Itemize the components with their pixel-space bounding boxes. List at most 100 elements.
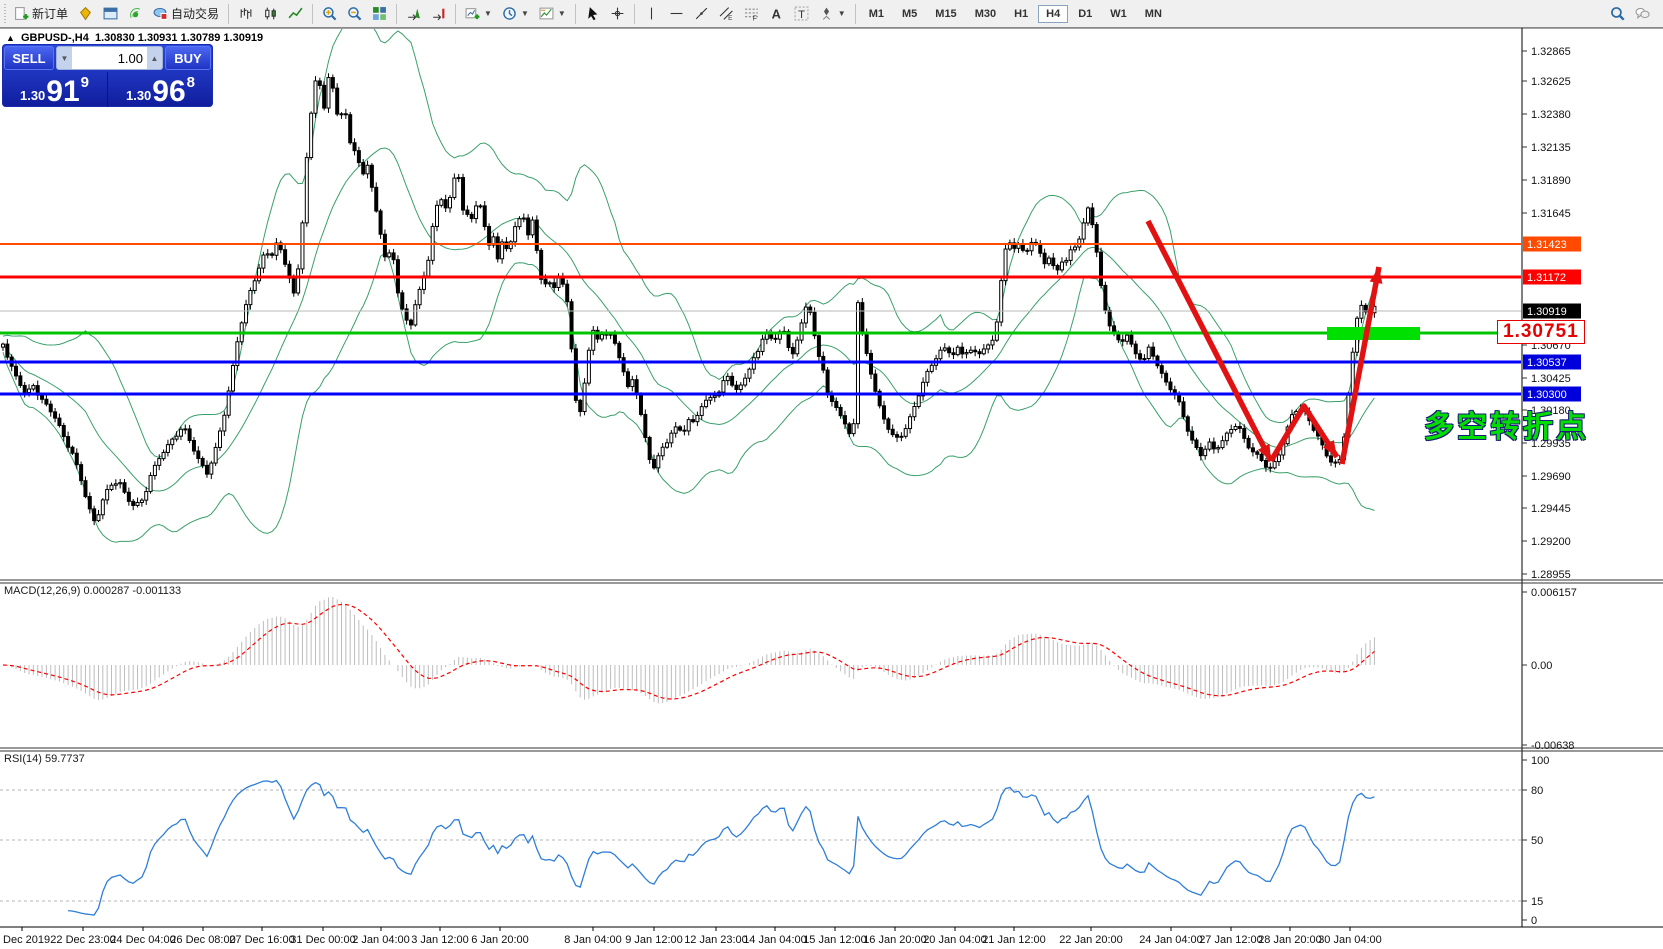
equidistant-channel-button[interactable]: E [715, 2, 738, 26]
price-axis[interactable]: 1.328651.326251.323801.321351.318901.316… [1522, 46, 1581, 581]
time-axis-label: 27 Jan 12:00 [1199, 934, 1263, 946]
symbol-line: ▲ GBPUSD-,H4 1.30830 1.30931 1.30789 1.3… [6, 32, 263, 44]
market-watch-button[interactable] [74, 2, 97, 26]
fibonacci-icon: F [744, 6, 759, 21]
time-axis-label: 22 Jan 20:00 [1059, 934, 1123, 946]
equidistant-channel-icon: E [719, 6, 734, 21]
timeframe-d1-button[interactable]: D1 [1070, 5, 1100, 23]
market-watch-icon [78, 6, 93, 21]
templates-dropdown-icon[interactable]: ▼ [558, 9, 566, 18]
chart-candles-icon [263, 6, 278, 21]
rsi-line [68, 781, 1374, 915]
tile-windows-button[interactable] [368, 2, 391, 26]
trade-panel-price-row: 1.30 91 9 1.30 96 8 [2, 72, 213, 107]
zoom-out-button[interactable] [343, 2, 366, 26]
time-axis-label: 30 Jan 04:00 [1318, 934, 1382, 946]
horizontal-line-icon [669, 6, 684, 21]
signals-icon [128, 6, 143, 21]
chat-icon [1635, 6, 1650, 21]
time-axis-label: 8 Jan 04:00 [564, 934, 622, 946]
buy-price[interactable]: 1.30 96 8 [108, 72, 213, 107]
new-chart-button[interactable]: ▼ [461, 2, 496, 26]
arrows-button[interactable]: ▼ [815, 2, 850, 26]
time-axis-label: 24 Jan 04:00 [1139, 934, 1203, 946]
cursor-icon [585, 6, 600, 21]
timeframe-mn-button[interactable]: MN [1137, 5, 1170, 23]
sell-price[interactable]: 1.30 91 9 [2, 72, 108, 107]
timeframe-m30-button[interactable]: M30 [967, 5, 1004, 23]
price-tag-label: 1.31172 [1527, 272, 1566, 284]
price-axis-label: 1.29690 [1531, 471, 1571, 483]
toolbar-right [1605, 2, 1655, 26]
svg-text:15: 15 [1531, 896, 1543, 908]
periods-button[interactable]: ▼ [498, 2, 533, 26]
chat-button[interactable] [1631, 2, 1654, 26]
cursor-button[interactable] [581, 2, 604, 26]
data-window-button[interactable] [99, 2, 122, 26]
time-axis-label: 9 Jan 12:00 [625, 934, 683, 946]
chart-canvas[interactable]: 1.328651.326251.323801.321351.318901.316… [0, 0, 1663, 949]
horizontal-line-button[interactable] [665, 2, 688, 26]
time-axis-label: 9 Dec 2019 [0, 934, 50, 946]
symbol-title: GBPUSD-,H4 [21, 32, 89, 44]
timeframe-m15-button[interactable]: M15 [927, 5, 964, 23]
timeframe-w1-button[interactable]: W1 [1102, 5, 1135, 23]
vertical-line-button[interactable] [640, 2, 663, 26]
time-axis[interactable]: 9 Dec 201922 Dec 23:0024 Dec 04:0026 Dec… [0, 927, 1382, 946]
svg-text:0.006157: 0.006157 [1531, 587, 1577, 599]
svg-text:F: F [752, 15, 756, 21]
chart-line-button[interactable] [284, 2, 307, 26]
svg-text:T: T [798, 9, 805, 21]
auto-trading-button[interactable]: 自动交易 [149, 2, 223, 26]
time-axis-label: 14 Jan 04:00 [743, 934, 807, 946]
time-axis-label: 6 Jan 20:00 [471, 934, 529, 946]
templates-button[interactable]: ▼ [535, 2, 570, 26]
volume-decrease-button[interactable]: ▼ [57, 47, 72, 69]
time-axis-label: 28 Jan 20:00 [1258, 934, 1322, 946]
price-axis-label: 1.32865 [1531, 46, 1571, 58]
toolbar-separator [396, 4, 397, 24]
collapse-icon[interactable]: ▲ [6, 33, 15, 43]
time-axis-label: 31 Dec 00:00 [290, 934, 355, 946]
text-button[interactable]: A [765, 2, 788, 26]
fibonacci-button[interactable]: F [740, 2, 763, 26]
sell-button[interactable]: SELL [4, 46, 54, 70]
price-axis-label: 1.31890 [1531, 175, 1571, 187]
timeframe-m5-button[interactable]: M5 [894, 5, 925, 23]
indicator-axes: 0.0061570.00-0.006381008050150 [1522, 587, 1577, 927]
price-tag-label: 1.30537 [1527, 357, 1567, 369]
price-tag-label: 1.30300 [1527, 389, 1567, 401]
horizontal-lines [0, 244, 1521, 394]
macd-label: MACD(12,26,9) 0.000287 -0.001133 [4, 585, 181, 597]
volume-input[interactable] [72, 47, 147, 69]
rsi-label: RSI(14) 59.7737 [4, 753, 85, 765]
chart-line-icon [288, 6, 303, 21]
chart-shift-button[interactable] [427, 2, 450, 26]
svg-text:-0.00638: -0.00638 [1531, 740, 1574, 752]
text-label-button[interactable]: T [790, 2, 813, 26]
new-order-button[interactable]: 新订单 [10, 2, 72, 26]
volume-stepper: ▼ ▲ [56, 46, 163, 70]
timeframe-m1-button[interactable]: M1 [861, 5, 892, 23]
zoom-in-button[interactable] [318, 2, 341, 26]
periods-icon [502, 6, 517, 21]
time-axis-label: 12 Jan 23:00 [684, 934, 748, 946]
buy-button[interactable]: BUY [165, 46, 211, 70]
timeframe-h4-button[interactable]: H4 [1038, 5, 1068, 23]
timeframe-h1-button[interactable]: H1 [1006, 5, 1036, 23]
signals-button[interactable] [124, 2, 147, 26]
time-axis-label: 20 Jan 04:00 [923, 934, 987, 946]
crosshair-button[interactable] [606, 2, 629, 26]
chart-bars-button[interactable] [234, 2, 257, 26]
arrows-dropdown-icon[interactable]: ▼ [838, 9, 846, 18]
trendline-button[interactable] [690, 2, 713, 26]
volume-increase-button[interactable]: ▲ [147, 47, 162, 69]
new-chart-dropdown-icon[interactable]: ▼ [484, 9, 492, 18]
chart-candles-button[interactable] [259, 2, 282, 26]
periods-dropdown-icon[interactable]: ▼ [521, 9, 529, 18]
search-button[interactable] [1606, 2, 1629, 26]
new-order-label: 新订单 [32, 5, 68, 22]
pane-borders [0, 28, 1663, 927]
auto-scroll-button[interactable] [402, 2, 425, 26]
toolbar-separator [634, 4, 635, 24]
